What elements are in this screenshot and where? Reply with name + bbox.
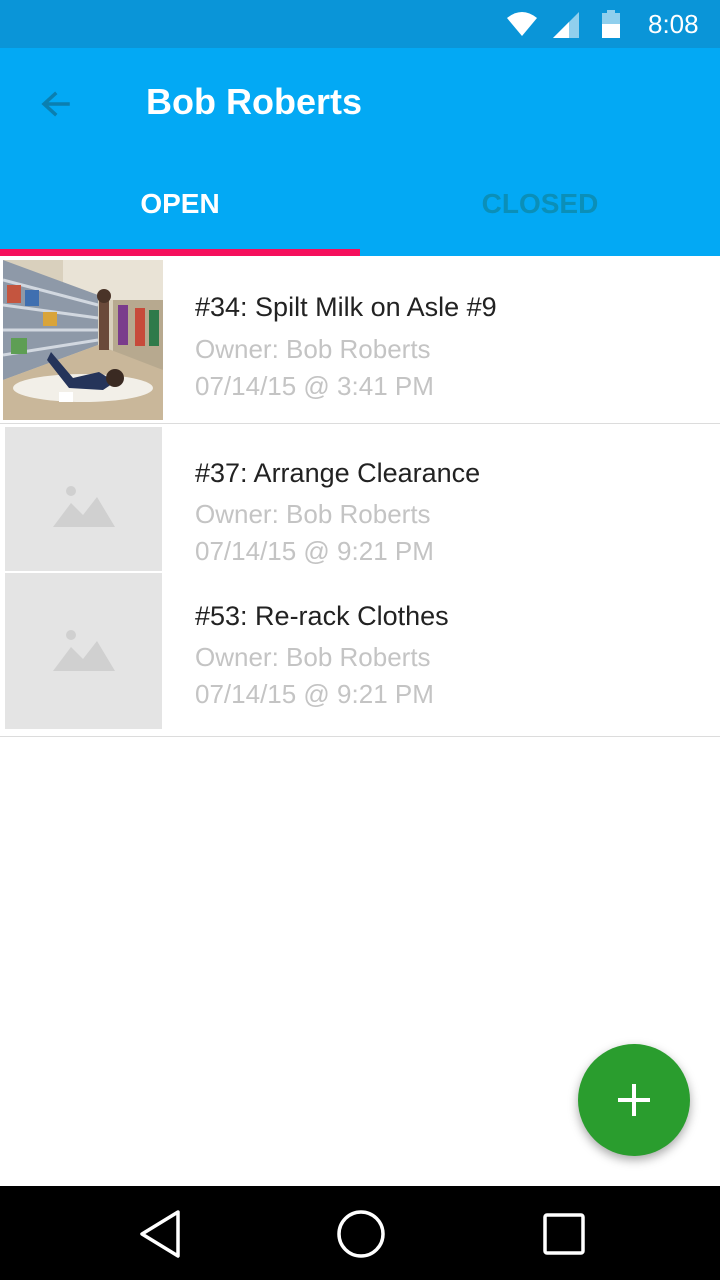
ticket-photo [3, 260, 163, 420]
list-item[interactable]: #53: Re-rack Clothes Owner: Bob Roberts … [0, 571, 720, 735]
home-circle-icon [337, 1210, 385, 1258]
ticket-owner: Owner: Bob Roberts [195, 334, 431, 364]
ticket-title: #53: Re-rack Clothes [195, 601, 449, 631]
image-placeholder-icon [53, 486, 115, 527]
store-aisle-image [3, 260, 163, 420]
image-placeholder [5, 427, 162, 571]
battery-icon [602, 10, 620, 38]
tab-open[interactable]: OPEN [0, 152, 360, 256]
tab-closed-label: CLOSED [481, 188, 599, 219]
ticket-title: #37: Arrange Clearance [195, 458, 481, 488]
nav-recents-button[interactable] [536, 1206, 592, 1262]
list-item[interactable]: #37: Arrange Clearance Owner: Bob Robert… [0, 424, 720, 572]
list-item[interactable]: #34: Spilt Milk on Asle #9 Owner: Bob Ro… [0, 256, 720, 423]
tab-indicator [0, 249, 360, 256]
ticket-timestamp: 07/14/15 @ 9:21 PM [195, 536, 434, 566]
system-nav-bar [0, 1186, 720, 1280]
ticket-owner: Owner: Bob Roberts [195, 499, 431, 529]
ticket-list: #34: Spilt Milk on Asle #9 Owner: Bob Ro… [0, 256, 720, 737]
ticket-title: #34: Spilt Milk on Asle #9 [195, 292, 497, 322]
wifi-icon [507, 12, 537, 36]
nav-back-button[interactable] [132, 1206, 188, 1262]
image-placeholder [5, 573, 162, 729]
arrow-back-icon [41, 91, 70, 117]
page-title: Bob Roberts [146, 81, 362, 122]
add-ticket-button[interactable] [578, 1044, 690, 1156]
tab-open-label: OPEN [140, 188, 220, 219]
back-button[interactable] [28, 76, 84, 132]
image-placeholder-icon [53, 630, 115, 671]
app-bar: Bob Roberts OPEN CLOSED [0, 48, 720, 256]
ticket-timestamp: 07/14/15 @ 9:21 PM [195, 679, 434, 709]
recents-square-icon [543, 1213, 585, 1255]
ticket-timestamp: 07/14/15 @ 3:41 PM [195, 371, 434, 401]
status-bar: 8:08 [0, 0, 720, 48]
plus-icon [618, 1084, 650, 1116]
cell-signal-icon [553, 12, 579, 38]
tab-closed[interactable]: CLOSED [360, 152, 720, 256]
back-triangle-icon [140, 1210, 180, 1258]
nav-home-button[interactable] [333, 1206, 389, 1262]
ticket-owner: Owner: Bob Roberts [195, 642, 431, 672]
divider [0, 736, 720, 737]
screen: 8:08 Bob Roberts OPEN CLOSED #34: Spilt … [0, 0, 720, 1280]
status-time: 8:08 [648, 9, 699, 39]
